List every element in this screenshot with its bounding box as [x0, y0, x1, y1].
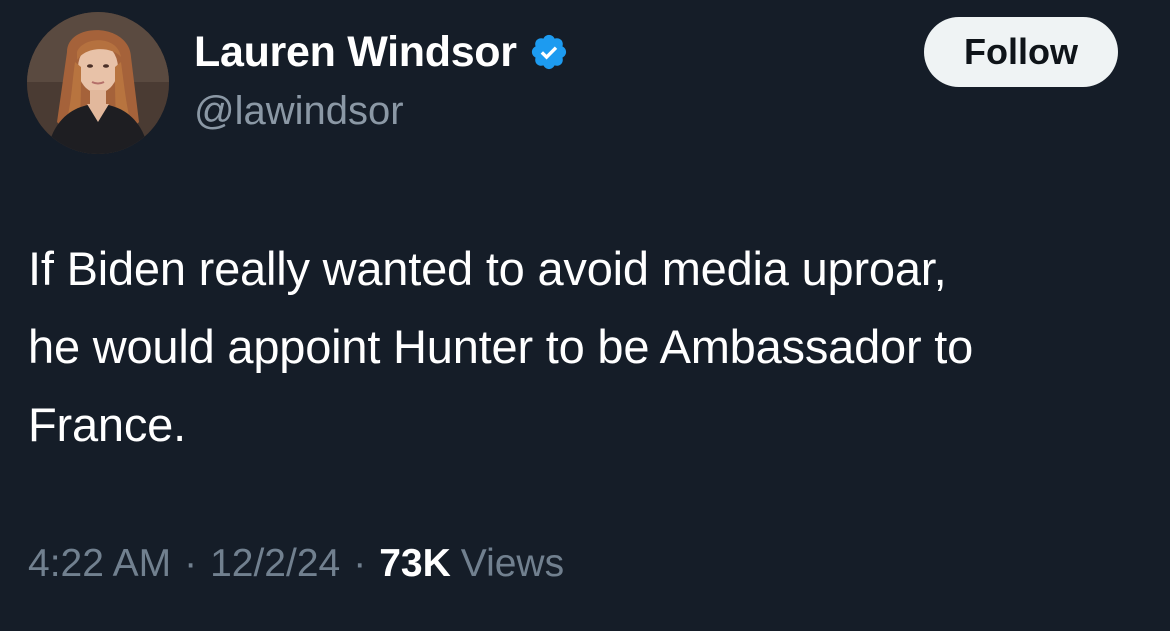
tweet-text-line: If Biden really wanted to avoid media up…: [28, 242, 947, 295]
author-display-name[interactable]: Lauren Windsor: [194, 28, 517, 77]
meta-separator: ·: [353, 542, 367, 585]
avatar-image: [27, 12, 169, 154]
avatar[interactable]: [27, 12, 169, 154]
author-name-row[interactable]: Lauren Windsor: [194, 26, 569, 78]
tweet-card: Lauren Windsor @lawindsor Follow If Bide…: [0, 0, 1170, 631]
tweet-time[interactable]: 4:22 AM: [28, 542, 171, 586]
follow-button[interactable]: Follow: [924, 17, 1118, 87]
views-label[interactable]: Views: [461, 542, 564, 586]
tweet-text-line: France.: [28, 398, 186, 451]
tweet-text-line: he would appoint Hunter to be Ambassador…: [28, 320, 974, 373]
tweet-text: If Biden really wanted to avoid media up…: [28, 230, 1148, 464]
tweet-meta: 4:22 AM · 12/2/24 · 73K Views: [28, 542, 564, 586]
verified-badge-icon[interactable]: [529, 32, 569, 72]
tweet-date[interactable]: 12/2/24: [210, 542, 340, 586]
author-handle[interactable]: @lawindsor: [194, 89, 404, 134]
views-count[interactable]: 73K: [379, 542, 451, 586]
meta-separator: ·: [184, 542, 198, 585]
